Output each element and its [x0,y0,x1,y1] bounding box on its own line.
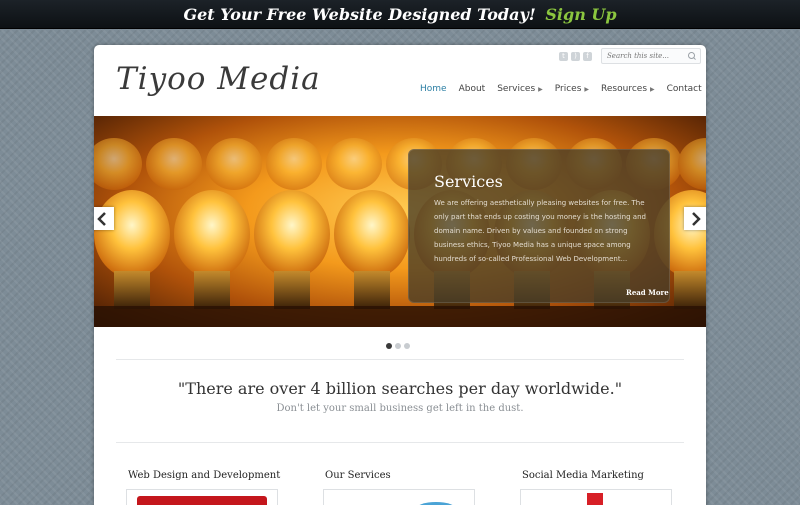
nav-item-label: About [458,84,486,94]
tagline-quote: "There are over 4 billion searches per d… [177,379,623,398]
dropdown-arrow-icon: ▶ [538,86,543,93]
column-title-social-media[interactable]: Social Media Marketing [522,470,644,481]
nav-item-home[interactable]: Home [420,84,447,94]
social-media-thumbnail[interactable] [520,489,672,505]
search-icon[interactable] [686,50,698,62]
nav-item-label: Contact [666,84,702,94]
slide-caption: Services We are offering aesthetically p… [408,149,670,303]
slide-dot[interactable] [404,343,410,349]
chevron-left-icon [97,211,106,226]
section-divider [116,359,684,360]
read-more-link[interactable]: Read More [626,288,669,297]
slide-dot[interactable] [395,343,401,349]
nav-item-prices[interactable]: Prices ▶ [555,84,589,94]
nav-item-label: Home [420,84,447,94]
slide-text: We are offering aesthetically pleasing w… [434,199,646,263]
nav-item-label: Resources [601,84,648,94]
chevron-right-icon [692,211,701,226]
promo-text: Get Your Free Website Designed Today! [183,5,536,24]
dropdown-arrow-icon: ▶ [650,86,655,93]
social-icons: t ) f [559,52,592,61]
slide-dot[interactable] [386,343,392,349]
web-design-thumbnail[interactable] [126,489,278,505]
nav-item-contact[interactable]: Contact [667,84,702,94]
promo-banner: Get Your Free Website Designed Today! Si… [0,0,800,29]
tagline-subtitle: Don't let your small business get left i… [276,403,524,414]
hero-slider: Services We are offering aesthetically p… [94,116,706,327]
page-container: Tiyoo Media t ) f Home About Services▶ P… [94,45,706,505]
column-title-our-services[interactable]: Our Services [325,470,391,481]
nav-item-resources[interactable]: Resources ▶ [601,84,655,94]
main-nav: Home About Services ▶ Prices ▶ Resources ▶ … [420,84,702,94]
twitter-icon[interactable]: t [559,52,568,61]
slider-pagination [386,343,410,349]
site-logo[interactable]: Tiyoo Media [116,61,321,97]
nav-item-label: Prices [554,84,582,94]
sign-up-link[interactable]: Sign Up [545,5,616,24]
nav-item-about[interactable]: About [459,84,486,94]
slide-title: Services [434,172,503,191]
search-input[interactable] [602,49,686,63]
column-title-web-design[interactable]: Web Design and Development [128,470,280,481]
site-header: Tiyoo Media t ) f Home About Services▶ P… [94,45,706,116]
section-divider [116,442,684,443]
nav-item-label: Services [497,84,536,94]
dropdown-arrow-icon: ▶ [584,86,590,93]
slider-next-button[interactable] [684,207,706,230]
search-box [601,48,701,64]
slider-prev-button[interactable] [94,207,114,230]
facebook-icon[interactable]: f [583,52,592,61]
services-thumbnail[interactable] [323,489,475,505]
nav-item-services[interactable]: Services ▶ [497,84,543,94]
rss-icon[interactable]: ) [571,52,580,61]
